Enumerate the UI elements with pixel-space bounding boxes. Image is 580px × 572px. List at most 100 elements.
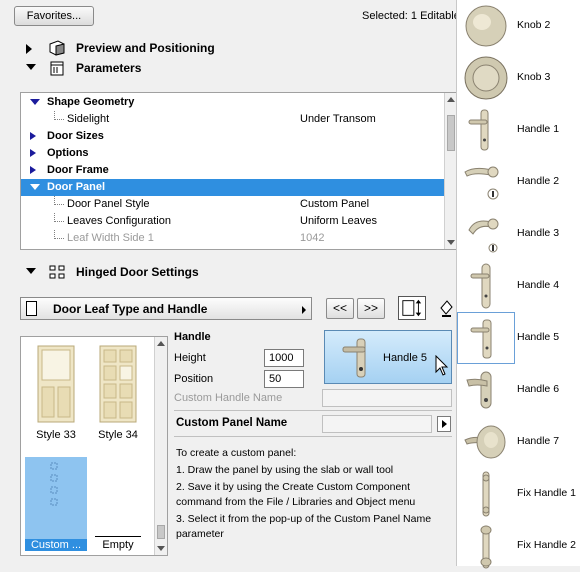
empty-panel-thumbnail: [95, 457, 141, 537]
gallery-item-label: Custom ...: [25, 539, 87, 551]
tree-label: Leaf Width Side 1: [67, 232, 154, 244]
handle-5-thumbnail: [342, 338, 366, 378]
gallery-item-custom[interactable]: Custom ...: [25, 453, 87, 553]
custom-panel-name-field[interactable]: [322, 415, 432, 433]
expand-arrow-icon: [26, 44, 32, 54]
scroll-up-icon[interactable]: [157, 341, 165, 346]
preview-icon: [49, 40, 65, 56]
custom-handle-name-field[interactable]: [322, 389, 452, 407]
collapse-arrow-icon: [26, 64, 36, 70]
fit-size-icon[interactable]: [398, 296, 426, 320]
catalog-item-handle-1[interactable]: Handle 1: [457, 104, 580, 156]
selection-status: Selected: 1 Editable: [362, 10, 460, 22]
scroll-down-icon[interactable]: [157, 546, 165, 551]
parameters-icon: [50, 61, 64, 76]
catalog-item-fix-handle-1[interactable]: Fix Handle 1: [457, 468, 580, 520]
handle-position-field[interactable]: 50: [264, 370, 304, 388]
tree-label: Door Panel: [47, 181, 106, 193]
catalog-item-label: Handle 4: [517, 279, 560, 291]
handle-catalog[interactable]: Knob 2 Knob 3 Handle 1 Handle 2 Handle 3…: [456, 0, 580, 569]
tree-row-leaf-width: Leaf Width Side 1 1042: [21, 230, 445, 247]
expand-triangle-icon[interactable]: [30, 132, 36, 140]
tree-value: Custom Panel: [300, 198, 370, 210]
expand-triangle-icon[interactable]: [30, 99, 40, 105]
section-title: Parameters: [76, 61, 142, 75]
info-line: 2. Save it by using the Create Custom Co…: [176, 481, 411, 493]
catalog-item-label: Handle 6: [517, 383, 560, 395]
plate-handle-thumbnail: [470, 263, 491, 309]
page-selector-label: Door Leaf Type and Handle: [53, 302, 208, 316]
catalog-item-fix-handle-2[interactable]: Fix Handle 2: [457, 520, 580, 572]
scroll-thumb[interactable]: [447, 115, 455, 151]
parameter-tree[interactable]: Shape Geometry Sidelight Under Transom D…: [20, 92, 458, 250]
catalog-item-knob-2[interactable]: Knob 2: [457, 0, 580, 52]
catalog-item-label: Handle 7: [517, 435, 560, 447]
gallery-item-label: Style 33: [36, 429, 76, 441]
door-page-icon: [26, 301, 37, 316]
custom-panel-popup-button[interactable]: [437, 416, 451, 432]
panel-door-thumbnail: [99, 345, 137, 423]
favorites-button[interactable]: Favorites...: [14, 6, 94, 26]
catalog-item-label: Handle 3: [517, 227, 560, 239]
gallery-scrollbar[interactable]: [154, 337, 167, 555]
catalog-item-handle-7[interactable]: Handle 7: [457, 416, 580, 468]
tree-group-options[interactable]: Options: [21, 145, 445, 162]
expand-triangle-icon[interactable]: [30, 166, 36, 174]
handle-height-field[interactable]: 1000: [264, 349, 304, 367]
info-line: command from the File / Libraries and Ob…: [176, 496, 416, 508]
info-line: To create a custom panel:: [176, 447, 297, 459]
previous-page-button[interactable]: <<: [326, 298, 354, 319]
expand-triangle-icon[interactable]: [30, 149, 36, 157]
section-hinged-door[interactable]: Hinged Door Settings: [10, 262, 456, 284]
handle-heading: Handle: [174, 331, 211, 343]
catalog-item-handle-2[interactable]: Handle 2: [457, 156, 580, 208]
catalog-item-label: Handle 5: [517, 331, 560, 343]
info-line: parameter: [176, 528, 224, 540]
gallery-item-style-33[interactable]: Style 33: [25, 343, 87, 443]
custom-handle-name-label: Custom Handle Name: [174, 392, 283, 404]
divider: [174, 410, 452, 411]
catalog-item-label: Fix Handle 1: [517, 487, 576, 499]
section-parameters[interactable]: Parameters: [10, 58, 456, 80]
info-line: 3. Select it from the pop-up of the Cust…: [176, 513, 432, 525]
panel-style-gallery[interactable]: Style 33 Style 34 Custom ... Empty: [20, 336, 168, 556]
height-label: Height: [174, 352, 206, 364]
position-label: Position: [174, 373, 214, 385]
tree-group-shape-geometry[interactable]: Shape Geometry: [21, 94, 445, 111]
tree-row-sidelight[interactable]: Sidelight Under Transom: [21, 111, 445, 128]
tree-connector: [54, 111, 64, 120]
catalog-item-handle-4[interactable]: Handle 4: [457, 260, 580, 312]
knob-thumbnail: [465, 5, 507, 47]
fixed-handle-thumbnail: [480, 525, 492, 569]
catalog-item-knob-3[interactable]: Knob 3: [457, 52, 580, 104]
scroll-down-icon[interactable]: [447, 240, 455, 245]
gallery-item-empty[interactable]: Empty: [87, 453, 149, 553]
section-preview-positioning[interactable]: Preview and Positioning: [10, 38, 456, 60]
next-page-button[interactable]: >>: [357, 298, 385, 319]
expand-triangle-icon[interactable]: [30, 184, 40, 190]
handle-preview-button[interactable]: Handle 5: [324, 330, 452, 384]
page-selector-dropdown[interactable]: Door Leaf Type and Handle: [20, 297, 312, 320]
custom-panel-name-label: Custom Panel Name: [176, 417, 288, 429]
handle-preview-label: Handle 5: [383, 352, 428, 364]
popup-arrow-icon: [442, 420, 447, 428]
mouse-cursor-icon: [435, 355, 449, 376]
tree-label: Door Panel Style: [67, 198, 150, 210]
tree-group-door-sizes[interactable]: Door Sizes: [21, 128, 445, 145]
tree-group-door-frame[interactable]: Door Frame: [21, 162, 445, 179]
gallery-item-style-34[interactable]: Style 34: [87, 343, 149, 443]
tree-connector: [54, 230, 64, 239]
scroll-thumb[interactable]: [157, 525, 165, 539]
catalog-item-handle-6[interactable]: Handle 6: [457, 364, 580, 416]
catalog-item-handle-3[interactable]: Handle 3: [457, 208, 580, 260]
section-title: Preview and Positioning: [76, 41, 215, 55]
tree-row-door-panel-style[interactable]: Door Panel Style Custom Panel: [21, 196, 445, 213]
tree-value: 1042: [300, 232, 325, 244]
catalog-item-handle-5[interactable]: Handle 5: [457, 312, 580, 364]
tree-label: Sidelight: [67, 113, 110, 125]
paint-bucket-icon[interactable]: [438, 296, 454, 320]
scroll-up-icon[interactable]: [447, 97, 455, 102]
tree-value: Uniform Leaves: [300, 215, 378, 227]
tree-group-door-panel[interactable]: Door Panel: [21, 179, 445, 196]
tree-row-leaves-configuration[interactable]: Leaves Configuration Uniform Leaves: [21, 213, 445, 230]
